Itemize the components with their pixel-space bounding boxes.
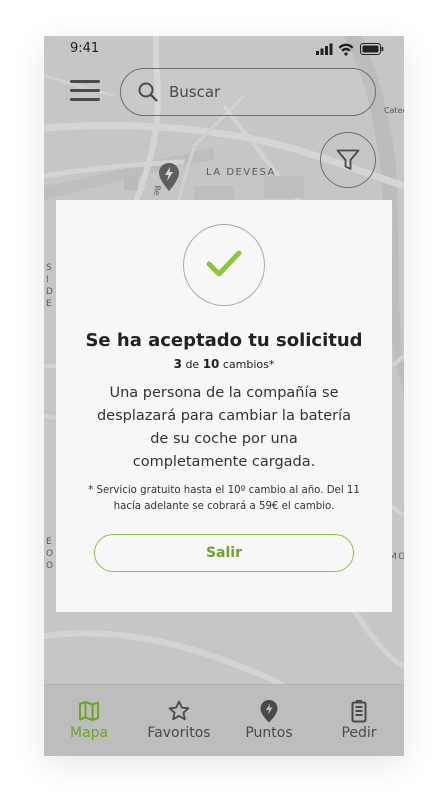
tab-label: Mapa xyxy=(69,725,109,741)
status-time: 9:41 xyxy=(70,41,100,56)
menu-line xyxy=(70,89,100,92)
search-bar[interactable] xyxy=(120,68,376,116)
menu-line xyxy=(70,80,100,83)
star-icon xyxy=(168,700,190,721)
tab-label: Puntos xyxy=(245,725,293,741)
signal-icon xyxy=(316,43,333,55)
bottom-tab-bar: Mapa Favoritos Puntos Pedir xyxy=(44,684,404,756)
map-label-cathedral: Cated xyxy=(384,106,404,115)
battery-icon xyxy=(351,700,367,723)
tab-mapa[interactable]: Mapa xyxy=(44,685,134,756)
map-label-left-stack: S I D E xyxy=(46,263,54,309)
tab-favoritos[interactable]: Favoritos xyxy=(134,685,224,756)
map-label-district: LA DEVESA xyxy=(206,167,276,178)
exchange-counter: 3 de 10 cambios* xyxy=(56,357,392,371)
menu-line xyxy=(70,98,100,101)
exit-button[interactable]: Salir xyxy=(94,534,354,572)
tab-label: Pedir xyxy=(341,725,377,741)
modal-message: Una persona de la compañía se desplazará… xyxy=(96,385,352,470)
filter-icon xyxy=(336,149,360,170)
counter-unit: cambios* xyxy=(222,358,275,371)
modal-title: Se ha aceptado tu solicitud xyxy=(85,330,363,351)
tab-label: Favoritos xyxy=(147,725,211,741)
confirmation-modal: Se ha aceptado tu solicitud 3 de 10 camb… xyxy=(56,200,392,612)
counter-total: 10 xyxy=(202,357,220,371)
checkmark-icon xyxy=(206,250,242,277)
location-pin-icon xyxy=(260,700,278,723)
map-label-left-stack-2: E O O xyxy=(46,537,55,571)
tab-puntos[interactable]: Puntos xyxy=(224,685,314,756)
phone-screen: LA DEVESA Cated Re S I D E E O O MO 9:41 xyxy=(44,36,404,756)
success-badge xyxy=(183,224,265,306)
status-indicators xyxy=(316,43,384,56)
menu-button[interactable] xyxy=(70,80,100,104)
map-icon xyxy=(79,701,99,721)
tab-pedir[interactable]: Pedir xyxy=(314,685,404,756)
search-input[interactable] xyxy=(169,81,359,103)
battery-status-icon xyxy=(360,43,384,55)
wifi-icon xyxy=(338,43,354,56)
counter-connector: de xyxy=(185,358,200,371)
filter-button[interactable] xyxy=(320,132,376,188)
modal-torn-edge xyxy=(56,602,392,612)
status-bar: 9:41 xyxy=(44,36,404,62)
search-icon xyxy=(138,82,158,102)
counter-current: 3 xyxy=(173,357,182,371)
modal-footnote: * Servicio gratuito hasta el 10º cambio … xyxy=(88,485,360,512)
map-label-street: Re xyxy=(152,185,162,196)
